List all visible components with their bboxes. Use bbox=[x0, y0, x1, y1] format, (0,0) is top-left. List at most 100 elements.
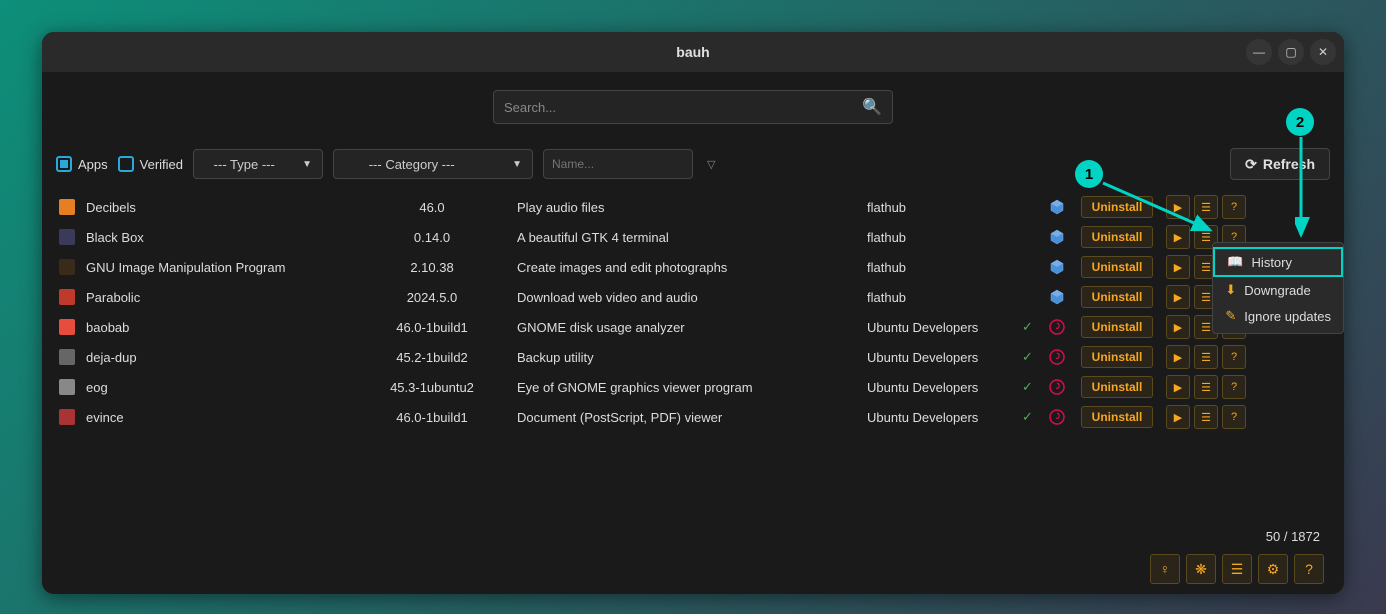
package-type-icon bbox=[1042, 379, 1072, 395]
refresh-button[interactable]: ⟳ Refresh bbox=[1230, 148, 1330, 180]
table-row[interactable]: eog 45.3-1ubuntu2 Eye of GNOME graphics … bbox=[52, 372, 1334, 402]
window-title: bauh bbox=[676, 44, 709, 60]
app-version: 45.3-1ubuntu2 bbox=[347, 380, 517, 395]
minimize-button[interactable]: — bbox=[1246, 39, 1272, 65]
app-version: 2.10.38 bbox=[347, 260, 517, 275]
more-actions-button[interactable]: ☰ bbox=[1194, 375, 1218, 399]
verified-icon: ✓ bbox=[1022, 319, 1042, 335]
table-row[interactable]: Parabolic 2024.5.0 Download web video an… bbox=[52, 282, 1334, 312]
package-type-icon bbox=[1042, 319, 1072, 335]
action-column: Uninstall bbox=[1072, 346, 1162, 368]
filter-icon[interactable]: ▽ bbox=[707, 158, 715, 171]
name-filter[interactable]: ▽ bbox=[543, 149, 693, 179]
context-ignore-updates[interactable]: ✎ Ignore updates bbox=[1213, 303, 1343, 329]
info-button[interactable]: ? bbox=[1222, 375, 1246, 399]
action-column: Uninstall bbox=[1072, 316, 1162, 338]
app-version: 46.0-1build1 bbox=[347, 410, 517, 425]
apps-checkbox[interactable] bbox=[56, 156, 72, 172]
app-source: flathub bbox=[867, 200, 1022, 215]
run-button[interactable]: ▶ bbox=[1166, 345, 1190, 369]
more-actions-button[interactable]: ☰ bbox=[1194, 405, 1218, 429]
app-source: flathub bbox=[867, 230, 1022, 245]
about-button[interactable]: ? bbox=[1294, 554, 1324, 584]
app-icon bbox=[52, 349, 82, 365]
verified-checkbox-group[interactable]: Verified bbox=[118, 156, 183, 172]
downgrade-icon: ⬇ bbox=[1225, 282, 1236, 298]
type-dropdown[interactable]: --- Type --- ▼ bbox=[193, 149, 323, 179]
app-name: Parabolic bbox=[82, 290, 347, 305]
app-description: A beautiful GTK 4 terminal bbox=[517, 230, 867, 245]
verified-icon: ✓ bbox=[1022, 379, 1042, 395]
uninstall-button[interactable]: Uninstall bbox=[1081, 256, 1154, 278]
table-row[interactable]: baobab 46.0-1build1 GNOME disk usage ana… bbox=[52, 312, 1334, 342]
maximize-button[interactable]: ▢ bbox=[1278, 39, 1304, 65]
search-box[interactable]: 🔍 bbox=[493, 90, 893, 124]
apps-checkbox-group[interactable]: Apps bbox=[56, 156, 108, 172]
verified-icon: ✓ bbox=[1022, 409, 1042, 425]
app-name: Decibels bbox=[82, 200, 347, 215]
custom-actions-button[interactable]: ☰ bbox=[1222, 554, 1252, 584]
app-version: 2024.5.0 bbox=[347, 290, 517, 305]
app-source: flathub bbox=[867, 290, 1022, 305]
app-icon bbox=[52, 199, 82, 215]
package-type-icon bbox=[1042, 229, 1072, 245]
run-button[interactable]: ▶ bbox=[1166, 315, 1190, 339]
app-description: Create images and edit photographs bbox=[517, 260, 867, 275]
run-button[interactable]: ▶ bbox=[1166, 405, 1190, 429]
run-button[interactable]: ▶ bbox=[1166, 285, 1190, 309]
table-row[interactable]: evince 46.0-1build1 Document (PostScript… bbox=[52, 402, 1334, 432]
annotation-1: 1 bbox=[1075, 160, 1103, 188]
app-name: Black Box bbox=[82, 230, 347, 245]
info-button[interactable]: ? bbox=[1222, 405, 1246, 429]
action-column: Uninstall bbox=[1072, 256, 1162, 278]
app-table[interactable]: Decibels 46.0 Play audio files flathub U… bbox=[52, 192, 1334, 523]
app-name: GNU Image Manipulation Program bbox=[82, 260, 347, 275]
settings-button[interactable]: ⚙ bbox=[1258, 554, 1288, 584]
info-button[interactable]: ? bbox=[1222, 345, 1246, 369]
context-downgrade[interactable]: ⬇ Downgrade bbox=[1213, 277, 1343, 303]
context-history[interactable]: 📖 History bbox=[1213, 247, 1343, 277]
uninstall-button[interactable]: Uninstall bbox=[1081, 286, 1154, 308]
run-button[interactable]: ▶ bbox=[1166, 255, 1190, 279]
chevron-down-icon: ▼ bbox=[302, 159, 312, 170]
app-icon bbox=[52, 229, 82, 245]
app-icon bbox=[52, 379, 82, 395]
run-button[interactable]: ▶ bbox=[1166, 375, 1190, 399]
table-row[interactable]: GNU Image Manipulation Program 2.10.38 C… bbox=[52, 252, 1334, 282]
verified-checkbox[interactable] bbox=[118, 156, 134, 172]
package-type-icon bbox=[1042, 349, 1072, 365]
type-label: --- Type --- bbox=[214, 157, 275, 172]
search-input[interactable] bbox=[504, 100, 862, 115]
category-label: --- Category --- bbox=[369, 157, 455, 172]
search-icon[interactable]: 🔍 bbox=[862, 97, 882, 117]
close-button[interactable]: ✕ bbox=[1310, 39, 1336, 65]
suggestions-button[interactable]: ♀ bbox=[1150, 554, 1180, 584]
app-name: deja-dup bbox=[82, 350, 347, 365]
annotation-2: 2 bbox=[1286, 108, 1314, 136]
more-actions-button[interactable]: ☰ bbox=[1194, 345, 1218, 369]
name-input[interactable] bbox=[552, 157, 707, 171]
annotation-arrow-1 bbox=[1095, 175, 1225, 240]
window-controls: — ▢ ✕ bbox=[1246, 39, 1336, 65]
titlebar: bauh — ▢ ✕ bbox=[42, 32, 1344, 72]
app-description: Backup utility bbox=[517, 350, 867, 365]
app-version: 46.0-1build1 bbox=[347, 320, 517, 335]
app-source: flathub bbox=[867, 260, 1022, 275]
verified-label: Verified bbox=[140, 157, 183, 172]
uninstall-button[interactable]: Uninstall bbox=[1081, 346, 1154, 368]
uninstall-button[interactable]: Uninstall bbox=[1081, 376, 1154, 398]
search-row: 🔍 bbox=[52, 72, 1334, 138]
category-dropdown[interactable]: --- Category --- ▼ bbox=[333, 149, 533, 179]
app-icon bbox=[52, 409, 82, 425]
app-source: Ubuntu Developers bbox=[867, 320, 1022, 335]
app-description: Document (PostScript, PDF) viewer bbox=[517, 410, 867, 425]
uninstall-button[interactable]: Uninstall bbox=[1081, 316, 1154, 338]
app-icon bbox=[52, 259, 82, 275]
table-row[interactable]: deja-dup 45.2-1build2 Backup utility Ubu… bbox=[52, 342, 1334, 372]
uninstall-button[interactable]: Uninstall bbox=[1081, 406, 1154, 428]
themes-button[interactable]: ❋ bbox=[1186, 554, 1216, 584]
info-button[interactable]: ? bbox=[1222, 195, 1246, 219]
package-type-icon bbox=[1042, 259, 1072, 275]
verified-icon: ✓ bbox=[1022, 349, 1042, 365]
chevron-down-icon: ▼ bbox=[512, 159, 522, 170]
